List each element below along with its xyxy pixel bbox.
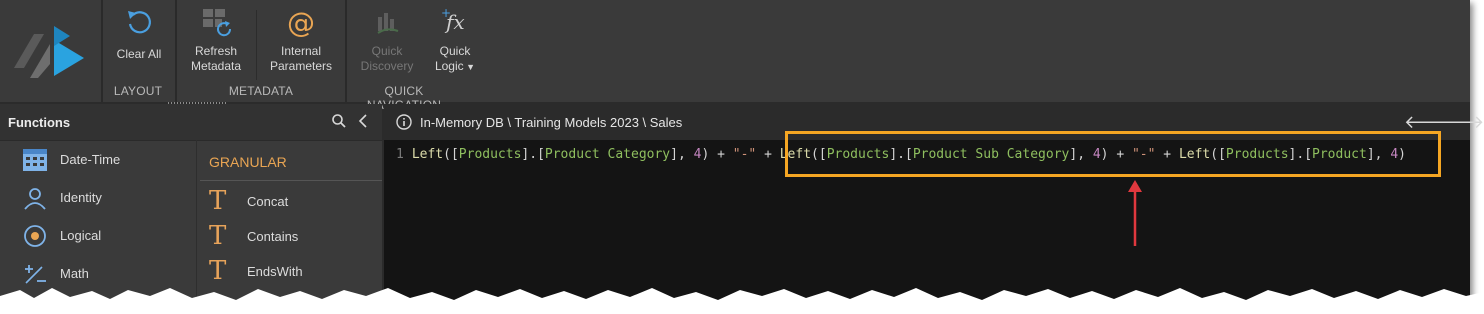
app-logo [0, 0, 101, 102]
application-window: Clear All LAYOUT Refresh Metadata @ Inte… [0, 0, 1484, 300]
clear-all-button[interactable]: Clear All [108, 0, 170, 82]
torn-edge [0, 288, 1484, 314]
quick-discovery-button[interactable]: Quick Discovery [356, 0, 418, 82]
quick-discovery-icon [356, 0, 418, 44]
group-label-layout: LAYOUT [113, 84, 163, 98]
internal-parameters-button[interactable]: @ Internal Parameters [264, 0, 338, 82]
highlight-box [785, 131, 1441, 177]
undo-icon [108, 0, 170, 44]
fx-icon: + fx [424, 0, 486, 44]
radio-icon [22, 224, 48, 248]
ribbon: Clear All LAYOUT Refresh Metadata @ Inte… [0, 0, 1470, 112]
function-label: Contains [247, 229, 299, 244]
breadcrumb: In-Memory DB \ Training Models 2023 \ Sa… [420, 115, 683, 130]
search-icon[interactable] [331, 113, 347, 134]
refresh-metadata-button[interactable]: Refresh Metadata [182, 0, 250, 82]
functions-panel-title: Functions [8, 115, 71, 130]
category-label: Date-Time [60, 152, 121, 167]
internal-parameters-label: Internal Parameters [269, 44, 333, 73]
group-label-quick-navigation: QUICK NAVIGATION [367, 84, 441, 112]
person-icon [22, 186, 48, 210]
category-date-time[interactable]: Date-Time [0, 142, 196, 178]
arrow-right-icon[interactable]: 🡒 [1436, 112, 1484, 133]
at-sign-icon: @ [287, 5, 315, 39]
calendar-icon [22, 148, 48, 172]
refresh-metadata-icon [182, 0, 250, 44]
text-function-icon: T [209, 186, 227, 216]
category-label: Logical [60, 228, 102, 243]
category-identity[interactable]: Identity [0, 180, 196, 216]
quick-logic-button[interactable]: + fx Quick Logic ▼ [424, 0, 486, 82]
quick-logic-label[interactable]: Quick Logic ▼ [424, 44, 486, 75]
collapse-panel-icon[interactable] [356, 113, 370, 134]
chevron-down-icon: ▼ [463, 62, 476, 72]
svg-text:fx: fx [444, 10, 465, 34]
functions-panel-header: Functions [0, 104, 382, 141]
function-label: Concat [247, 194, 289, 209]
function-item-concat[interactable]: T Concat [200, 185, 382, 217]
quick-discovery-label: Quick Discovery [360, 44, 414, 73]
annotation-arrow-icon [1127, 180, 1143, 255]
line-number: 1 [396, 147, 404, 162]
category-logical[interactable]: Logical [0, 218, 196, 254]
refresh-metadata-label: Refresh Metadata [190, 44, 242, 73]
group-label-metadata: METADATA [228, 84, 294, 98]
clear-all-label: Clear All [116, 47, 162, 61]
functions-panel: Functions Date-Time Identity Logical Mat… [0, 104, 382, 300]
text-function-icon: T [209, 221, 227, 251]
group-heading: GRANULAR [209, 154, 287, 170]
category-label: Identity [60, 190, 102, 205]
function-item-contains[interactable]: T Contains [200, 220, 382, 252]
function-label: EndsWith [247, 264, 303, 279]
info-icon[interactable] [396, 114, 412, 135]
